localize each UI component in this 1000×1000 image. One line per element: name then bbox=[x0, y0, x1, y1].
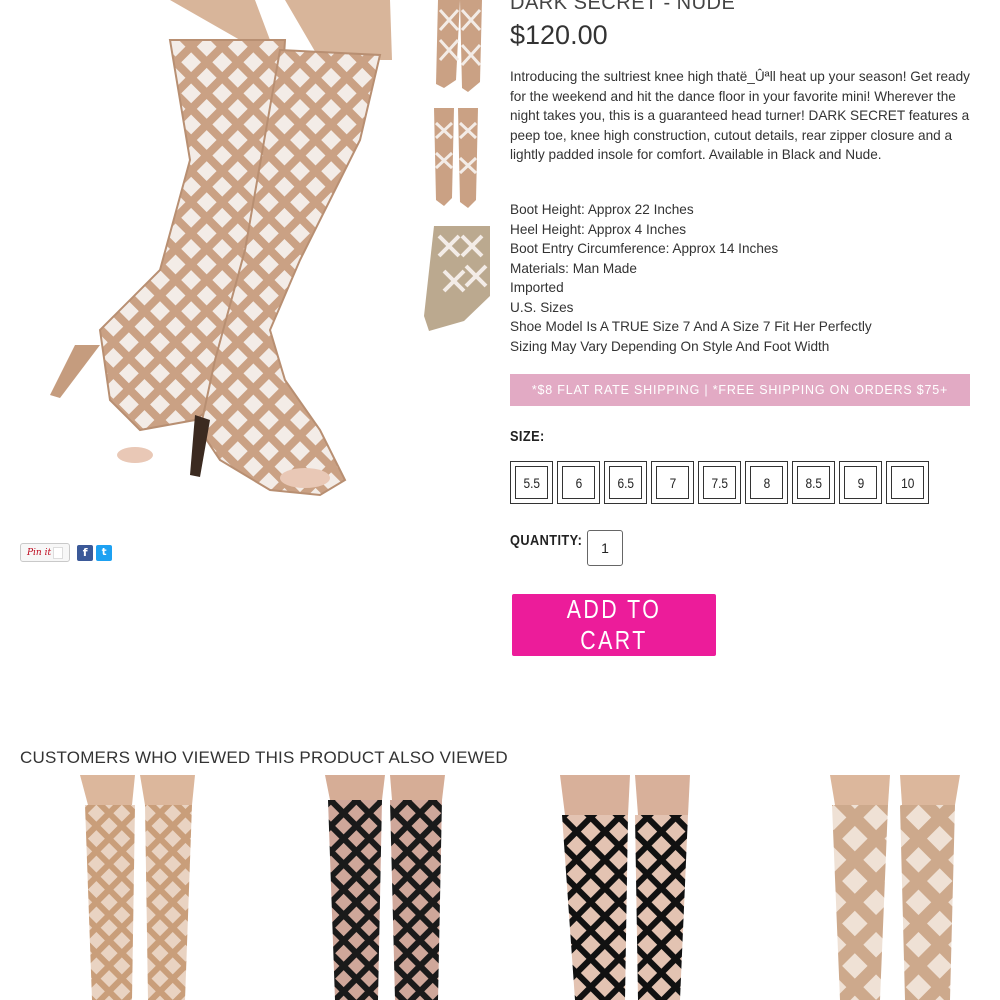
thumbnail-2[interactable] bbox=[424, 108, 490, 214]
pinterest-button[interactable]: Pin it bbox=[20, 543, 71, 562]
size-options: 5.5 6 6.5 7 7.5 8 8.5 9 10 bbox=[510, 461, 929, 504]
spec-item: Sizing May Vary Depending On Style And F… bbox=[510, 338, 830, 354]
size-option[interactable]: 5.5 bbox=[510, 461, 553, 504]
quantity-input[interactable] bbox=[587, 530, 623, 566]
pin-it-label: Pin it bbox=[27, 547, 52, 558]
thumbnail-list bbox=[424, 0, 492, 344]
thumbnail-3[interactable] bbox=[424, 226, 490, 332]
size-option[interactable]: 7 bbox=[651, 461, 694, 504]
recommended-product[interactable] bbox=[20, 775, 240, 1000]
recommendations-heading: CUSTOMERS WHO VIEWED THIS PRODUCT ALSO V… bbox=[20, 748, 508, 767]
size-option[interactable]: 8 bbox=[745, 461, 788, 504]
spec-item: Shoe Model Is A TRUE Size 7 And A Size 7… bbox=[510, 319, 872, 334]
size-option[interactable]: 7.5 bbox=[698, 461, 741, 504]
size-option[interactable]: 9 bbox=[839, 461, 882, 504]
recommendations-grid bbox=[0, 775, 1000, 1000]
main-product-image bbox=[20, 0, 400, 520]
product-specs: Boot Height: Approx 22 Inches Heel Heigh… bbox=[510, 200, 980, 356]
recommended-product[interactable] bbox=[280, 775, 500, 1000]
thumbnail-1[interactable] bbox=[424, 0, 490, 96]
product-title: DARK SECRET - NUDE bbox=[510, 0, 736, 14]
product-description: Introducing the sultriest knee high that… bbox=[510, 69, 970, 162]
size-label: SIZE: bbox=[510, 428, 545, 445]
recommended-product[interactable] bbox=[770, 775, 990, 1000]
facebook-icon[interactable]: f bbox=[77, 544, 94, 561]
spec-item: Boot Entry Circumference: Approx 14 Inch… bbox=[510, 241, 779, 256]
twitter-icon[interactable]: t bbox=[96, 544, 113, 561]
spec-item: Boot Height: Approx 22 Inches bbox=[510, 202, 694, 217]
size-option[interactable]: 6.5 bbox=[604, 461, 647, 504]
spec-item: Materials: Man Made bbox=[510, 260, 637, 276]
recommended-product[interactable] bbox=[520, 775, 740, 1000]
size-option[interactable]: 8.5 bbox=[792, 461, 835, 504]
product-price: $120.00 bbox=[510, 20, 608, 50]
share-bar: Pin it f t bbox=[20, 543, 113, 562]
size-option[interactable]: 10 bbox=[886, 461, 929, 504]
add-to-cart-button[interactable]: ADD TO CART bbox=[512, 594, 716, 656]
spec-item: Imported bbox=[510, 280, 564, 295]
spec-item: Heel Height: Approx 4 Inches bbox=[510, 221, 687, 237]
spec-item: U.S. Sizes bbox=[510, 299, 574, 315]
pin-count-icon bbox=[53, 546, 64, 559]
quantity-label: QUANTITY: bbox=[510, 532, 583, 549]
size-option[interactable]: 6 bbox=[557, 461, 600, 504]
shipping-banner: *$8 FLAT RATE SHIPPING | *FREE SHIPPING … bbox=[510, 374, 970, 406]
